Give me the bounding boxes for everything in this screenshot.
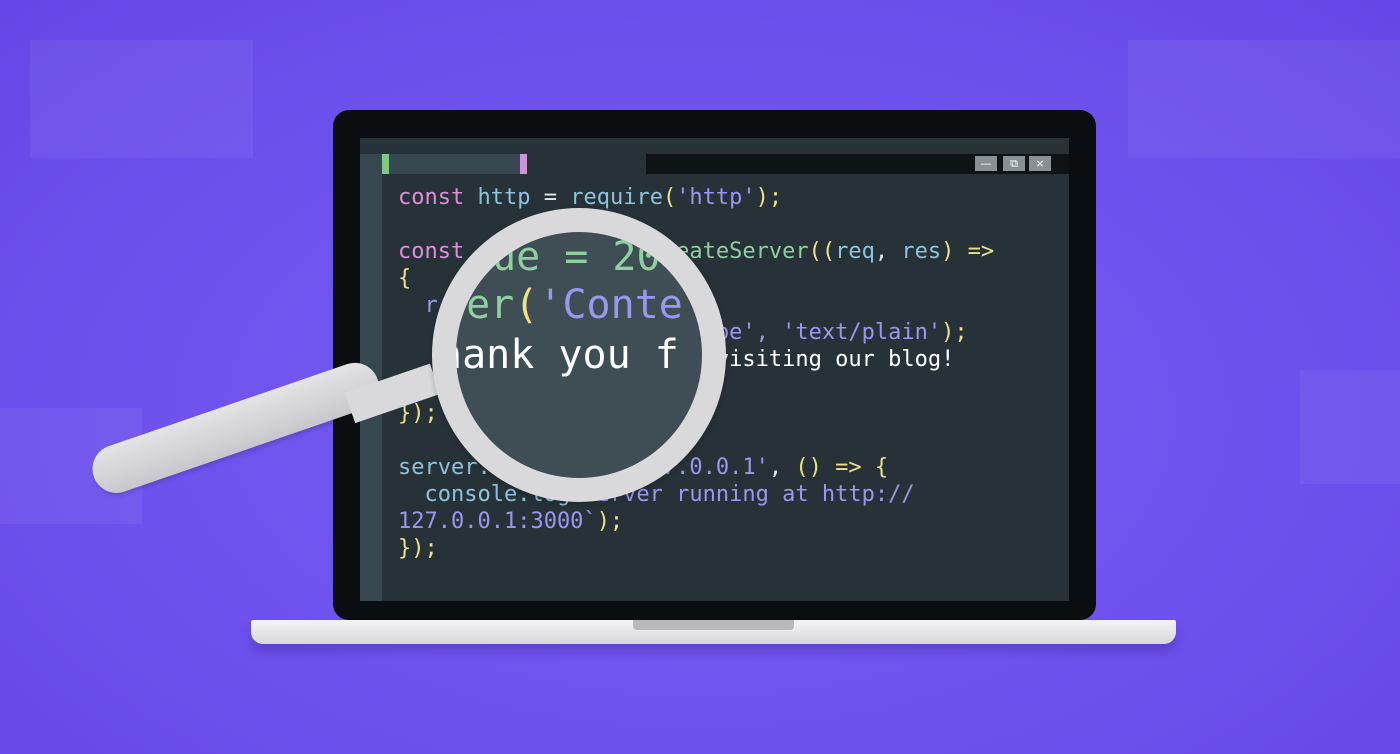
code-token: http bbox=[477, 185, 544, 210]
code-token: 127.0.0.1:3000` bbox=[398, 509, 597, 534]
tab-indicator-pink bbox=[520, 154, 527, 174]
background-panel bbox=[1128, 40, 1400, 158]
code-token: r bbox=[398, 293, 438, 318]
code-token: ); bbox=[941, 320, 968, 345]
code-token: }); bbox=[398, 536, 438, 561]
magnified-line: ue = 20 bbox=[492, 234, 661, 280]
code-token: req bbox=[835, 239, 875, 264]
magnified-token: er bbox=[466, 282, 515, 328]
magnified-token: r bbox=[456, 282, 466, 328]
code-token: 'http' bbox=[676, 185, 756, 210]
code-token: () => { bbox=[795, 455, 889, 480]
code-token: const bbox=[398, 185, 478, 210]
minimize-icon[interactable]: — bbox=[975, 156, 997, 171]
magnified-line: rer('Conte bbox=[456, 282, 683, 328]
magnified-line: hank you f bbox=[456, 332, 679, 378]
tab-indicator-green bbox=[382, 154, 389, 174]
magnified-token: ( bbox=[514, 282, 539, 328]
magnifier-lens: ue = 20rer('Contehank you f bbox=[456, 232, 702, 478]
code-token: res bbox=[901, 239, 942, 264]
code-token: ) => bbox=[941, 239, 995, 264]
laptop-base-notch bbox=[633, 620, 794, 630]
code-token: (( bbox=[808, 239, 836, 264]
code-line: r bbox=[398, 292, 438, 319]
code-token: , bbox=[874, 239, 902, 264]
magnified-token: hank you f bbox=[456, 332, 679, 378]
background-panel bbox=[1300, 370, 1400, 484]
magnified-token: ue = 20 bbox=[492, 234, 661, 280]
editor-tab[interactable] bbox=[382, 154, 520, 174]
close-icon[interactable]: × bbox=[1029, 156, 1051, 171]
code-token: ( bbox=[662, 185, 677, 210]
code-line: { bbox=[398, 265, 411, 292]
code-token: = bbox=[543, 185, 571, 210]
magnified-token: 'Conte bbox=[538, 282, 683, 328]
code-token: { bbox=[398, 266, 412, 291]
code-token: require bbox=[570, 185, 663, 210]
code-line: 127.0.0.1:3000`); bbox=[398, 508, 623, 535]
code-token: r visiting our blog! bbox=[689, 347, 955, 372]
code-line: console.log`Server running at http:// bbox=[398, 481, 914, 508]
restore-icon[interactable]: ⧉ bbox=[1003, 156, 1025, 171]
code-line: }); bbox=[398, 535, 438, 562]
code-token: , bbox=[768, 455, 796, 480]
code-token: ); bbox=[596, 509, 624, 534]
code-token: console. bbox=[398, 482, 531, 507]
code-token: 'text/plain' bbox=[782, 320, 942, 345]
code-token: ); bbox=[755, 185, 783, 210]
code-line: const http = require('http'); bbox=[398, 184, 782, 211]
background-panel bbox=[30, 40, 253, 158]
